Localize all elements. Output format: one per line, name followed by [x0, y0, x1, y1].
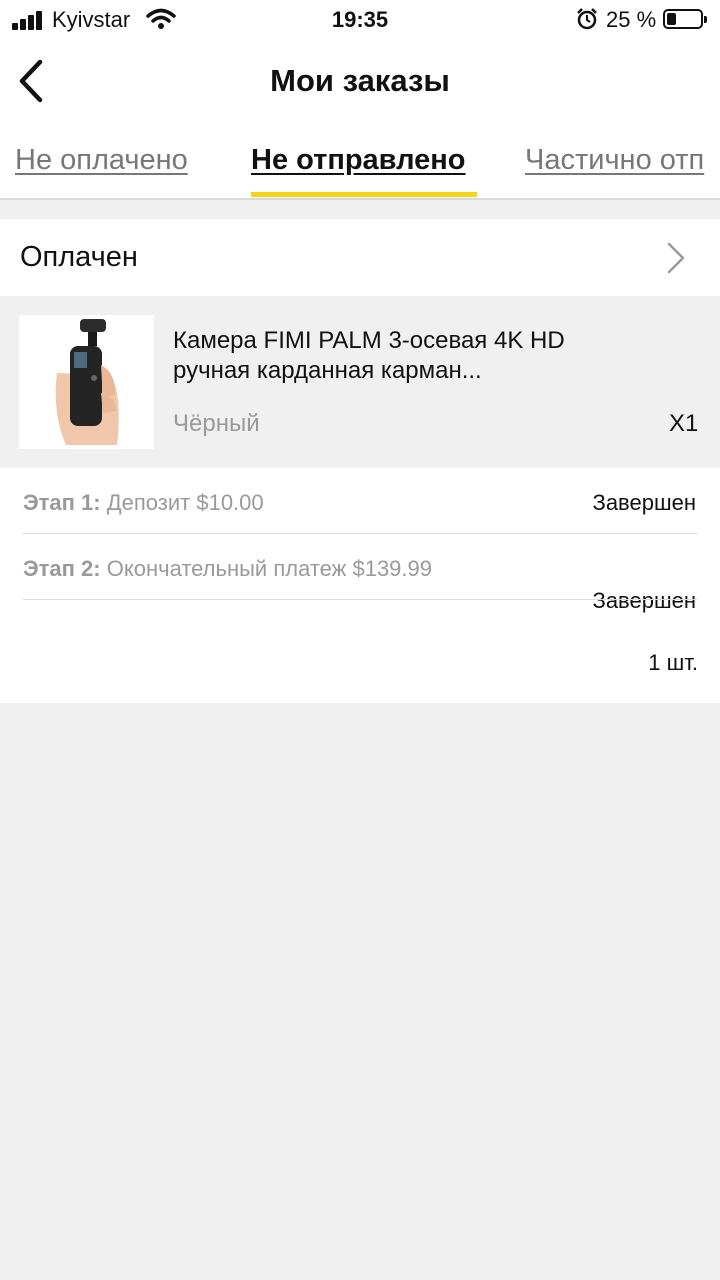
stage-1-status: Завершен	[592, 490, 696, 515]
payment-stages: Этап 1: Депозит $10.00 Завершен Этап 2: …	[0, 468, 720, 703]
alarm-icon	[577, 8, 597, 30]
product-name: Камера FIMI PALM 3-осевая 4K HD ручная к…	[173, 327, 565, 384]
order-item-count: 1 шт.	[648, 650, 698, 675]
stage-2-status: Завершен	[592, 588, 696, 613]
product-image	[19, 315, 154, 449]
nav-bar: Мои заказы	[0, 40, 720, 120]
tab-unpaid[interactable]: Не оплачено	[15, 144, 188, 177]
stage-divider	[23, 599, 697, 600]
status-bar: Kyivstar 19:35 25 %	[0, 0, 720, 40]
stage-2-label: Этап 2: Окончательный платеж $139.99	[23, 556, 433, 581]
chevron-right-icon	[667, 242, 685, 274]
order-status: Оплачен	[20, 241, 138, 273]
battery-icon	[663, 9, 707, 29]
tab-not-shipped[interactable]: Не отправлено	[251, 144, 466, 177]
battery-percent: 25 %	[606, 7, 657, 32]
stage-divider	[23, 533, 697, 534]
page-title: Мои заказы	[270, 63, 450, 98]
product-variant: Чёрный	[173, 410, 260, 437]
order-product[interactable]: Камера FIMI PALM 3-осевая 4K HD ручная к…	[0, 296, 720, 468]
active-tab-indicator	[251, 192, 477, 197]
order-status-row[interactable]: Оплачен	[0, 219, 720, 296]
product-quantity: X1	[669, 410, 699, 437]
stage-1-label: Этап 1: Депозит $10.00	[23, 490, 264, 515]
order-tabs: Не оплачено Не отправлено Частично отп	[0, 120, 720, 200]
tab-partially-shipped[interactable]: Частично отп	[525, 144, 704, 177]
